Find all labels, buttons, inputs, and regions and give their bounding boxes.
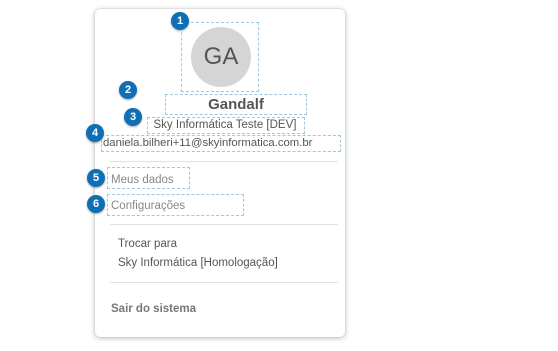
divider: [110, 224, 338, 225]
divider: [110, 161, 338, 162]
callout-badge-4: 4: [86, 124, 104, 142]
user-name: Gandalf: [208, 96, 264, 113]
switch-company-label: Trocar para: [118, 238, 178, 250]
user-email: daniela.bilheri+11@skyinformatica.com.br: [103, 137, 313, 149]
settings-link[interactable]: Configurações: [111, 197, 185, 215]
callout-badge-3: 3: [124, 108, 142, 126]
callout-badge-1: 1: [171, 12, 189, 30]
divider: [110, 282, 338, 283]
user-menu-panel: GA Gandalf Sky Informática Teste [DEV] d…: [95, 9, 345, 337]
my-data-link[interactable]: Meus dados: [111, 171, 174, 189]
logout-button[interactable]: Sair do sistema: [111, 300, 196, 318]
callout-badge-5: 5: [87, 169, 105, 187]
callout-badge-6: 6: [87, 195, 105, 213]
user-company: Sky Informática Teste [DEV]: [153, 119, 297, 131]
callout-badge-2: 2: [119, 81, 137, 99]
avatar: GA: [191, 27, 251, 87]
switch-company-link[interactable]: Sky Informática [Homologação]: [118, 254, 278, 272]
